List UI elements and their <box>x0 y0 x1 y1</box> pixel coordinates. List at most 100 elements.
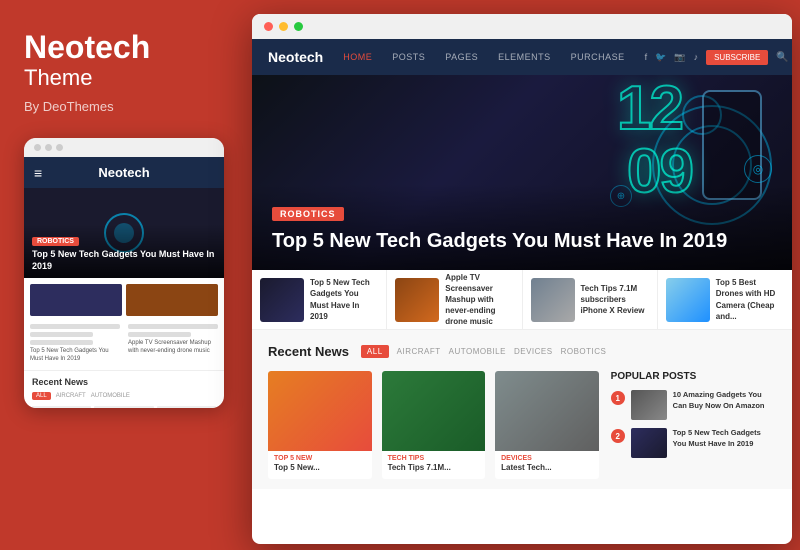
card-title-1: Top 5 New... <box>268 463 372 479</box>
recent-header: Recent News ALL AIRCRAFT AUTOMOBILE DEVI… <box>268 344 776 359</box>
tech-item-4[interactable]: Top 5 Best Drones with HD Camera (Cheap … <box>658 270 792 329</box>
left-panel: Neotech Theme By DeoThemes ≡ Neotech ROB… <box>0 0 248 550</box>
tech-item-2[interactable]: Apple TV Screensaver Mashup with never-e… <box>387 270 522 329</box>
hero-number-12: 12 <box>617 80 682 139</box>
tech-title-2: Apple TV Screensaver Mashup with never-e… <box>445 272 513 328</box>
browser-dot-maximize[interactable] <box>294 22 303 31</box>
mockup-nav: ≡ Neotech <box>24 157 224 188</box>
mockup-hero-image: ROBOTICS Top 5 New Tech Gadgets You Must… <box>24 188 224 278</box>
nav-posts[interactable]: POSTS <box>392 52 425 62</box>
nav-right: f 🐦 📷 ♪ Subscribe 🔍 <box>645 50 789 65</box>
tech-thumb-1 <box>260 278 304 322</box>
popular-posts-title: POPULAR POSTS <box>611 371 776 382</box>
tech-item-1[interactable]: Top 5 New Tech Gadgets You Must Have In … <box>252 270 387 329</box>
tech-item-3[interactable]: Tech Tips 7.1M subscribers iPhone X Revi… <box>523 270 658 329</box>
hero-overlay: ROBOTICS Top 5 New Tech Gadgets You Must… <box>252 184 792 270</box>
hero-main-title: Top 5 New Tech Gadgets You Must Have In … <box>272 229 772 254</box>
recent-card-2[interactable]: TECH TIPS Tech Tips 7.1M... <box>382 371 486 479</box>
popular-num-2: 2 <box>611 429 625 443</box>
card-img-1 <box>268 371 372 451</box>
tech-title-1: Top 5 New Tech Gadgets You Must Have In … <box>310 277 378 322</box>
text-line <box>30 332 93 337</box>
nav-purchase[interactable]: PURCHASE <box>571 52 625 62</box>
recent-news-title: Recent News <box>268 344 349 359</box>
tech-thumb-4 <box>666 278 710 322</box>
tab-aircraft[interactable]: AIRCRAFT <box>56 393 86 399</box>
hero-robotics-badge: ROBOTICS <box>272 207 344 221</box>
dot-line <box>157 406 216 408</box>
hero-area: 12 09 ◎ ⊕ ROBOTICS Top 5 New Tech Gadget… <box>252 75 792 270</box>
mockup-recent-title: Recent News <box>32 377 216 387</box>
filter-automobile[interactable]: AUTOMOBILE <box>449 347 506 356</box>
recent-content: TOP 5 NEW Top 5 New... TECH TIPS Tech Ti… <box>268 371 776 479</box>
thumb-text-col-1: Top 5 New Tech Gadgets You Must Have In … <box>30 324 120 364</box>
filter-tabs: ALL AIRCRAFT AUTOMOBILE DEVICES ROBOTICS <box>361 345 606 358</box>
brand-subtitle: Theme <box>24 65 224 91</box>
dot-green <box>56 144 63 151</box>
social-fb[interactable]: f <box>645 52 648 62</box>
card-label-3: DEVICES <box>495 451 599 463</box>
tech-title-4: Top 5 Best Drones with HD Camera (Cheap … <box>716 277 784 322</box>
filter-all[interactable]: ALL <box>361 345 389 358</box>
popular-sidebar: POPULAR POSTS 1 10 Amazing Gadgets You C… <box>611 371 776 479</box>
browser-dot-minimize[interactable] <box>279 22 288 31</box>
social-ig[interactable]: 📷 <box>674 52 685 63</box>
dot-line <box>32 406 91 408</box>
hamburger-icon[interactable]: ≡ <box>34 165 42 181</box>
popular-thumb-2 <box>631 428 667 458</box>
nav-home[interactable]: HOME <box>343 52 372 62</box>
popular-num-1: 1 <box>611 391 625 405</box>
recent-section: Recent News ALL AIRCRAFT AUTOMOBILE DEVI… <box>252 330 792 489</box>
popular-item-1[interactable]: 1 10 Amazing Gadgets You Can Buy Now On … <box>611 390 776 420</box>
dot-red <box>34 144 41 151</box>
text-line <box>30 340 93 345</box>
card-img-2 <box>382 371 486 451</box>
social-tw[interactable]: 🐦 <box>655 52 666 63</box>
mobile-mockup: ≡ Neotech ROBOTICS Top 5 New Tech Gadget… <box>24 138 224 408</box>
card-img-3 <box>495 371 599 451</box>
filter-robotics[interactable]: ROBOTICS <box>561 347 607 356</box>
thumb-2 <box>126 284 218 316</box>
mockup-hero-content: ROBOTICS Top 5 New Tech Gadgets You Must… <box>24 224 224 278</box>
thumb-text-1: Top 5 New Tech Gadgets You Must Have In … <box>30 348 120 364</box>
popular-text-1: 10 Amazing Gadgets You Can Buy Now On Am… <box>673 390 776 411</box>
tech-title-3: Tech Tips 7.1M subscribers iPhone X Revi… <box>581 283 649 317</box>
brand-by: By DeoThemes <box>24 99 224 114</box>
site-nav: Neotech HOME POSTS PAGES ELEMENTS PURCHA… <box>252 39 792 75</box>
filter-devices[interactable]: DEVICES <box>514 347 553 356</box>
mockup-logo: Neotech <box>98 165 149 180</box>
thumb-text-2: Apple TV Screensaver Mashup with never-e… <box>128 340 218 356</box>
tech-thumb-3 <box>531 278 575 322</box>
tech-thumb-2 <box>395 278 439 322</box>
filter-aircraft[interactable]: AIRCRAFT <box>397 347 441 356</box>
popular-text-2: Top 5 New Tech Gadgets You Must Have In … <box>673 428 776 449</box>
hero-icon-circle-1: ◎ <box>744 155 772 183</box>
recent-card-3[interactable]: DEVICES Latest Tech... <box>495 371 599 479</box>
thumb-text-col-2: Apple TV Screensaver Mashup with never-e… <box>128 324 218 364</box>
recent-card-1[interactable]: TOP 5 NEW Top 5 New... <box>268 371 372 479</box>
dot-line <box>94 406 153 408</box>
browser-dot-close[interactable] <box>264 22 273 31</box>
brand-title: Neotech <box>24 30 224 65</box>
hero-badge-small: ROBOTICS <box>32 237 79 246</box>
nav-pages[interactable]: PAGES <box>445 52 478 62</box>
site-logo: Neotech <box>268 49 323 65</box>
social-tk[interactable]: ♪ <box>694 52 699 62</box>
mockup-filter-tabs: ALL AIRCRAFT AUTOMOBILE <box>32 392 216 400</box>
mockup-thumb-texts: Top 5 New Tech Gadgets You Must Have In … <box>24 322 224 370</box>
card-label-2: TECH TIPS <box>382 451 486 463</box>
text-line <box>30 324 120 329</box>
tab-automobile[interactable]: AUTOMOBILE <box>91 393 130 399</box>
subscribe-button[interactable]: Subscribe <box>706 50 768 65</box>
popular-thumb-1 <box>631 390 667 420</box>
recent-posts-grid: TOP 5 NEW Top 5 New... TECH TIPS Tech Ti… <box>268 371 599 479</box>
thumb-1 <box>30 284 122 316</box>
mockup-dots <box>24 138 224 157</box>
search-icon[interactable]: 🔍 <box>776 52 788 63</box>
browser-bar <box>252 14 792 39</box>
nav-elements[interactable]: ELEMENTS <box>498 52 551 62</box>
popular-item-2[interactable]: 2 Top 5 New Tech Gadgets You Must Have I… <box>611 428 776 458</box>
card-title-2: Tech Tips 7.1M... <box>382 463 486 479</box>
card-label-1: TOP 5 NEW <box>268 451 372 463</box>
tab-all[interactable]: ALL <box>32 392 51 400</box>
